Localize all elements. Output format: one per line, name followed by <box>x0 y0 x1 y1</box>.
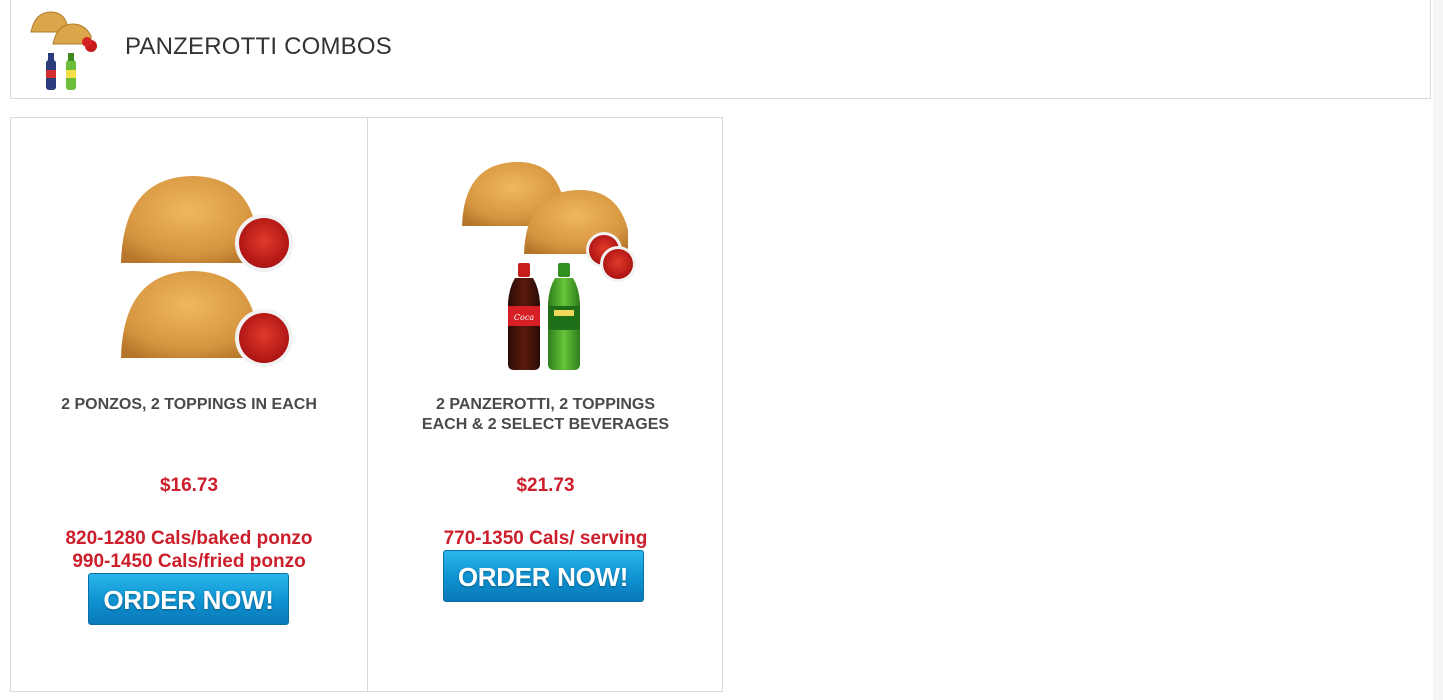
page-scroll-gutter <box>1433 0 1443 700</box>
calories-fried: 990-1450 Cals/fried ponzo <box>72 551 306 572</box>
product-title-line-1: 2 PANZEROTTI, 2 TOPPINGS <box>436 396 655 413</box>
product-card-2-ponzos: 2 PONZOS, 2 TOPPINGS IN EACH $16.73 820-… <box>11 118 367 691</box>
category-title: PANZEROTTI COMBOS <box>125 33 392 60</box>
order-now-button[interactable]: ORDER NOW! <box>88 573 289 625</box>
order-now-button[interactable]: ORDER NOW! <box>442 550 644 602</box>
product-card-2-panzerotti-beverages: Coca 2 PANZEROTTI, 2 TOPPINGS EACH & 2 S… <box>366 118 723 691</box>
two-ponzos-image <box>121 176 293 367</box>
product-title: 2 PONZOS, 2 TOPPINGS IN EACH <box>61 396 317 413</box>
product-title-line-2: EACH & 2 SELECT BEVERAGES <box>421 416 670 433</box>
svg-text:Coca: Coca <box>513 313 533 322</box>
category-header: PANZEROTTI COMBOS <box>10 0 1431 99</box>
product-price: $16.73 <box>159 475 219 496</box>
panzerotti-and-beverages-image: Coca <box>461 162 636 370</box>
calories-baked: 820-1280 Cals/baked ponzo <box>65 528 313 549</box>
product-grid: 2 PONZOS, 2 TOPPINGS IN EACH $16.73 820-… <box>10 117 723 692</box>
calories-serving: 770-1350 Cals/ serving <box>443 528 648 549</box>
panzerotti-combo-icon <box>30 11 97 90</box>
product-price: $21.73 <box>516 475 575 496</box>
